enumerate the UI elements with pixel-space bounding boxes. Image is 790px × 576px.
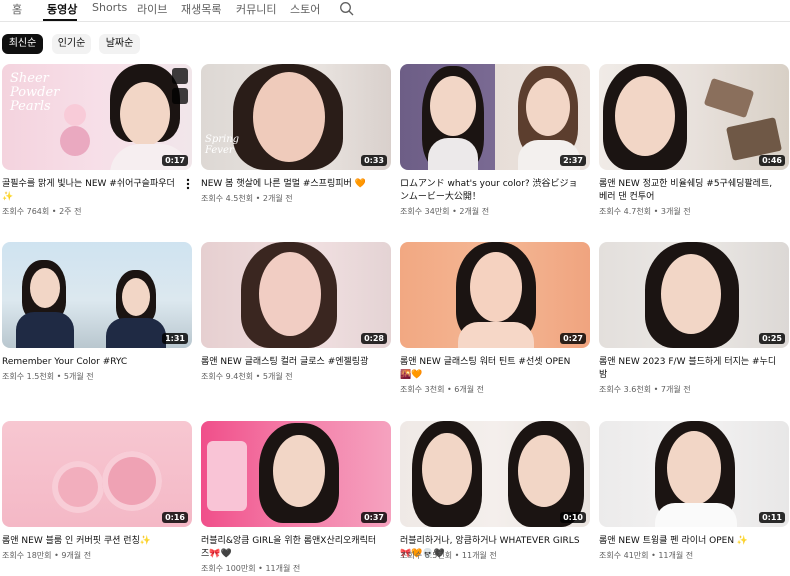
video-age: 2개월 전 [459, 207, 490, 216]
video-views: 조회수 1.5천회 [2, 372, 55, 381]
thumbnail-caption: Spring Fever [205, 134, 240, 156]
video-duration: 0:33 [361, 155, 387, 166]
video-title[interactable]: 골필수를 맑게 빛나는 NEW #쉬어구슬파우더 ✨ [2, 178, 182, 204]
video-age: 3개월 전 [660, 207, 691, 216]
video-views: 조회수 4.7천회 [599, 207, 652, 216]
video-meta: 조회수 18만회 • 9개월 전 [2, 551, 92, 560]
video-age: 2주 전 [59, 207, 82, 216]
video-meta: 조회수 41만회 • 11개월 전 [599, 551, 694, 560]
video-age: 11개월 전 [658, 551, 694, 560]
video-title[interactable]: 롬앤 NEW 글래스팅 워터 틴트 #선셋 OPEN 🌇🧡 [400, 356, 580, 382]
video-thumbnail[interactable]: Spring Fever 0:33 [201, 64, 391, 170]
video-views: 조회수 6.5천회 [400, 551, 453, 560]
chip-oldest[interactable]: 날짜순 [99, 34, 140, 54]
video-duration: 0:28 [361, 333, 387, 344]
video-meta: 조회수 4.5천회 • 2개월 전 [201, 194, 293, 203]
video-duration: 0:17 [162, 155, 188, 166]
video-duration: 0:37 [361, 512, 387, 523]
video-age: 9개월 전 [61, 551, 92, 560]
video-duration: 0:16 [162, 512, 188, 523]
video-title[interactable]: Remember Your Color #RYC [2, 356, 182, 369]
video-title[interactable]: ロムアンド what's your color? 渋谷ビジョンムービー大公開！ [400, 178, 580, 204]
video-views: 조회수 34만회 [400, 207, 450, 216]
video-thumbnail[interactable]: 0:46 [599, 64, 789, 170]
video-title[interactable]: 롬앤 NEW 2023 F/W 블드하게 터지는 #누디 밤 [599, 356, 779, 382]
video-thumbnail[interactable]: 2:37 [400, 64, 590, 170]
video-meta: 조회수 1.5천회 • 5개월 전 [2, 372, 94, 381]
video-age: 11개월 전 [461, 551, 497, 560]
video-views: 조회수 764회 [2, 207, 50, 216]
video-views: 조회수 3천회 [400, 385, 445, 394]
video-views: 조회수 9.4천회 [201, 372, 254, 381]
video-title[interactable]: 롬앤 NEW 트윙클 펜 라이너 OPEN ✨ [599, 535, 779, 548]
search-icon[interactable] [339, 1, 355, 17]
video-views: 조회수 3.6천회 [599, 385, 652, 394]
video-meta: 조회수 9.4천회 • 5개월 전 [201, 372, 293, 381]
channel-tabs: 홈 동영상 Shorts 라이브 재생목록 커뮤니티 스토어 [0, 0, 790, 22]
video-duration: 0:10 [560, 512, 586, 523]
video-age: 7개월 전 [660, 385, 691, 394]
video-title[interactable]: 롬앤 NEW 정교한 비율쉐딩 #5구쉐딩팔레트, 베러 댄 컨투어 [599, 178, 779, 204]
queue-icon[interactable] [172, 88, 188, 104]
clock-icon[interactable] [172, 68, 188, 84]
video-views: 조회수 100만회 [201, 564, 256, 573]
tab-live[interactable]: 라이브 [137, 1, 167, 17]
tab-shorts[interactable]: Shorts [92, 1, 127, 14]
video-meta: 조회수 6.5천회 • 11개월 전 [400, 551, 497, 560]
video-thumbnail[interactable]: Sheer Powder Pearls 0:17 [2, 64, 192, 170]
video-age: 2개월 전 [262, 194, 293, 203]
tab-videos[interactable]: 동영상 [47, 1, 77, 17]
video-duration: 0:27 [560, 333, 586, 344]
more-options-icon[interactable] [185, 177, 191, 191]
video-age: 6개월 전 [454, 385, 484, 394]
tab-community[interactable]: 커뮤니티 [236, 1, 276, 17]
video-meta: 조회수 100만회 • 11개월 전 [201, 564, 301, 573]
video-age: 5개월 전 [262, 372, 293, 381]
video-duration: 1:31 [162, 333, 188, 344]
video-views: 조회수 18만회 [2, 551, 52, 560]
tab-store[interactable]: 스토어 [290, 1, 320, 17]
video-thumbnail[interactable]: 0:10 [400, 421, 590, 527]
video-meta: 조회수 3천회 • 6개월 전 [400, 385, 484, 394]
video-duration: 2:37 [560, 155, 586, 166]
tab-home[interactable]: 홈 [12, 1, 22, 17]
chip-popular[interactable]: 인기순 [52, 34, 91, 54]
video-meta: 조회수 34만회 • 2개월 전 [400, 207, 490, 216]
video-thumbnail[interactable]: 0:27 [400, 242, 590, 348]
video-thumbnail[interactable]: 0:37 [201, 421, 391, 527]
chip-latest[interactable]: 최신순 [2, 34, 43, 54]
video-views: 조회수 4.5천회 [201, 194, 254, 203]
video-title[interactable]: 롬앤 NEW 글래스팅 컬러 글로스 #엔젤링광 [201, 356, 381, 369]
video-thumbnail[interactable]: 0:25 [599, 242, 789, 348]
video-thumbnail[interactable]: 0:16 [2, 421, 192, 527]
active-tab-indicator [43, 19, 77, 21]
video-duration: 0:11 [759, 512, 785, 523]
video-age: 5개월 전 [63, 372, 94, 381]
video-duration: 0:46 [759, 155, 785, 166]
video-thumbnail[interactable]: 0:28 [201, 242, 391, 348]
video-thumbnail[interactable]: 1:31 [2, 242, 192, 348]
video-meta: 조회수 4.7천회 • 3개월 전 [599, 207, 691, 216]
tab-playlists[interactable]: 재생목록 [181, 1, 221, 17]
video-age: 11개월 전 [265, 564, 301, 573]
video-meta: 조회수 764회 • 2주 전 [2, 207, 82, 216]
video-thumbnail[interactable]: 0:11 [599, 421, 789, 527]
thumbnail-caption: Sheer Powder Pearls [10, 71, 60, 114]
video-title[interactable]: 롬앤 NEW 블룸 인 커버핏 쿠션 런칭✨ [2, 535, 182, 548]
video-title[interactable]: 러블리&앙큼 GIRL을 위한 롬앤X산리오캐릭터즈🎀🖤 [201, 535, 381, 561]
video-meta: 조회수 3.6천회 • 7개월 전 [599, 385, 691, 394]
video-duration: 0:25 [759, 333, 785, 344]
video-title[interactable]: NEW 봄 햇살에 나른 멀멀 #스프링피버 🧡 [201, 178, 381, 191]
video-views: 조회수 41만회 [599, 551, 649, 560]
